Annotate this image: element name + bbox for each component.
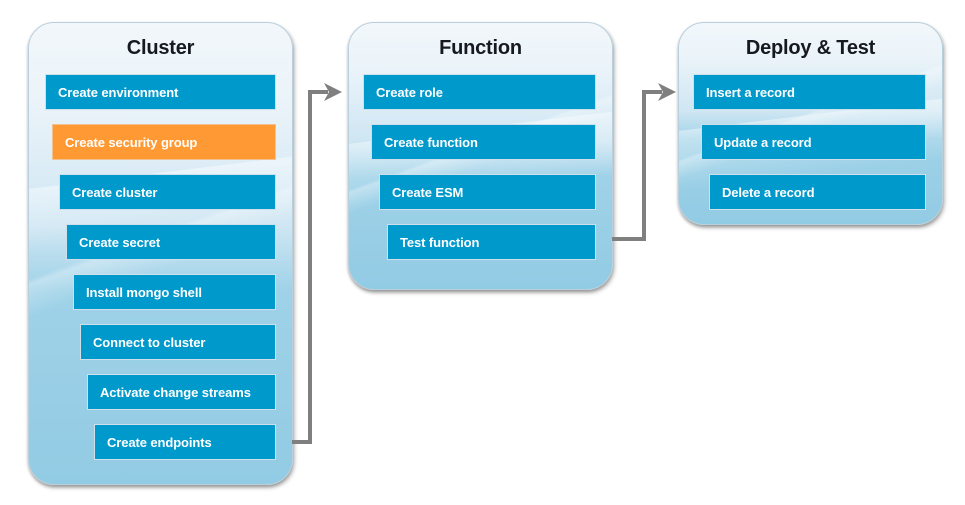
step-create-cluster[interactable]: Create cluster — [59, 174, 276, 210]
step-label: Connect to cluster — [93, 334, 206, 350]
step-label: Create role — [376, 84, 443, 100]
step-label: Test function — [400, 234, 480, 250]
step-label: Create environment — [58, 84, 179, 100]
step-delete-a-record[interactable]: Delete a record — [709, 174, 926, 210]
group-deploy-test[interactable]: Deploy & Test Insert a record Update a r… — [678, 22, 943, 225]
step-label: Create endpoints — [107, 434, 212, 450]
diagram-canvas: Cluster Create environment Create securi… — [0, 0, 965, 505]
arrowhead-icon — [658, 83, 676, 101]
connector-function-to-deploytest — [608, 80, 678, 255]
step-install-mongo-shell[interactable]: Install mongo shell — [73, 274, 276, 310]
group-function[interactable]: Function Create role Create function Cre… — [348, 22, 613, 290]
step-label: Activate change streams — [100, 384, 251, 400]
step-insert-a-record[interactable]: Insert a record — [693, 74, 926, 110]
step-create-esm[interactable]: Create ESM — [379, 174, 596, 210]
group-deploy-test-inner: Deploy & Test Insert a record Update a r… — [679, 23, 942, 224]
group-cluster[interactable]: Cluster Create environment Create securi… — [28, 22, 293, 485]
step-create-secret[interactable]: Create secret — [66, 224, 276, 260]
step-update-a-record[interactable]: Update a record — [701, 124, 926, 160]
step-activate-change-streams[interactable]: Activate change streams — [87, 374, 276, 410]
step-create-endpoints[interactable]: Create endpoints — [94, 424, 276, 460]
group-deploy-test-title: Deploy & Test — [745, 37, 876, 59]
group-function-inner: Function Create role Create function Cre… — [349, 23, 612, 289]
step-label: Create secret — [79, 234, 161, 250]
connector-line — [292, 90, 328, 444]
group-function-title: Function — [439, 37, 522, 59]
step-create-function[interactable]: Create function — [371, 124, 596, 160]
connector-line — [612, 90, 662, 241]
step-create-environment[interactable]: Create environment — [45, 74, 276, 110]
step-create-role[interactable]: Create role — [363, 74, 596, 110]
step-label: Create ESM — [392, 184, 464, 200]
step-connect-to-cluster[interactable]: Connect to cluster — [80, 324, 276, 360]
step-label: Update a record — [714, 134, 812, 150]
step-label: Create security group — [65, 134, 198, 150]
step-label: Insert a record — [706, 84, 795, 100]
step-label: Create function — [384, 134, 478, 150]
step-label: Delete a record — [722, 184, 815, 200]
arrowhead-icon — [324, 83, 342, 101]
step-test-function[interactable]: Test function — [387, 224, 596, 260]
group-cluster-title: Cluster — [126, 37, 195, 59]
step-label: Install mongo shell — [86, 284, 202, 300]
step-create-security-group[interactable]: Create security group — [52, 124, 276, 160]
group-cluster-inner: Cluster Create environment Create securi… — [29, 23, 292, 484]
step-label: Create cluster — [72, 184, 158, 200]
